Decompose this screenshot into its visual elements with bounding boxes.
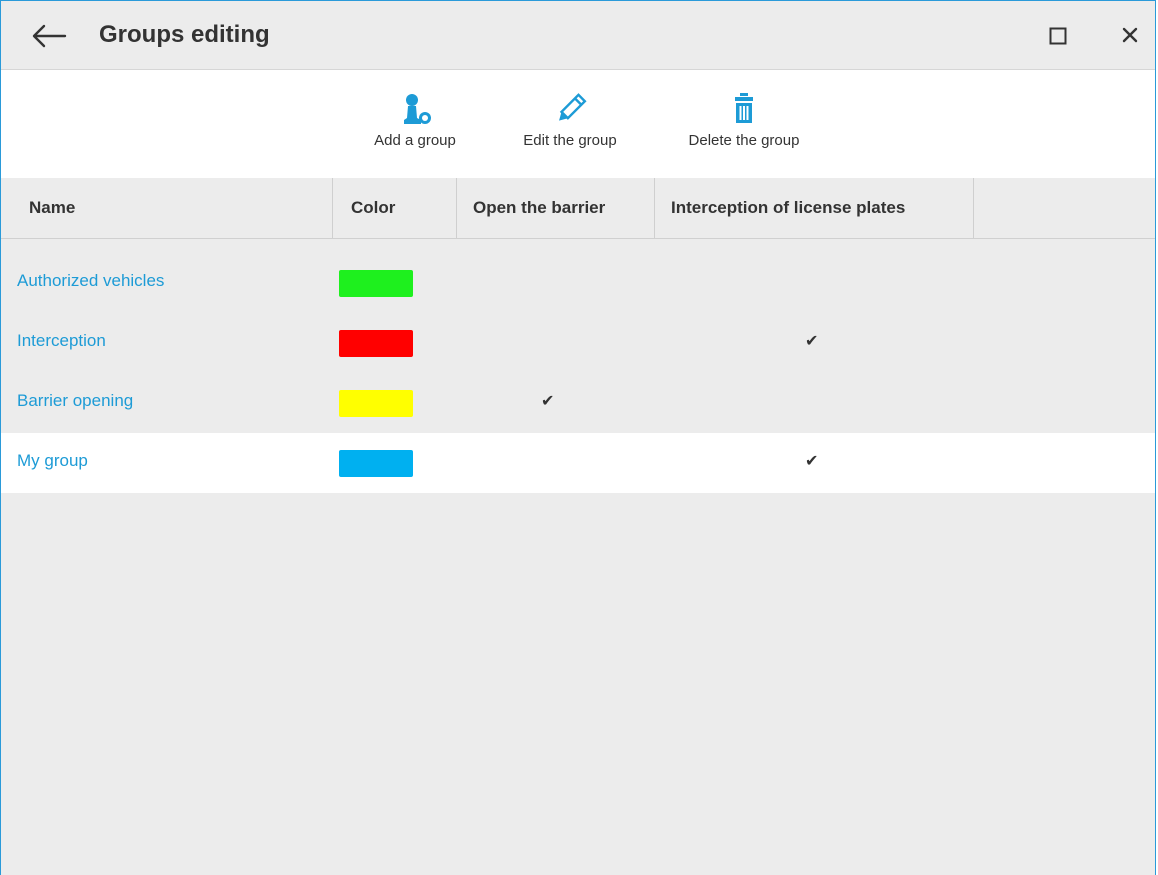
table-header: Name Color Open the barrier Interception… xyxy=(1,178,1155,239)
interception-check: ✔ xyxy=(805,453,819,470)
add-user-icon xyxy=(404,94,431,124)
edit-group-button[interactable]: Edit the group xyxy=(511,92,629,149)
pencil-icon xyxy=(559,93,587,121)
group-color-swatch xyxy=(339,330,413,357)
maximize-button[interactable] xyxy=(1049,27,1067,45)
group-name: Barrier opening xyxy=(17,391,134,410)
back-button[interactable] xyxy=(31,23,67,49)
column-header-open-barrier[interactable]: Open the barrier xyxy=(457,178,655,238)
arrow-left-icon xyxy=(32,24,67,48)
groups-list: Authorized vehicles Interception ✔ Barri… xyxy=(1,253,1155,493)
column-header-name[interactable]: Name xyxy=(1,178,333,238)
trash-icon xyxy=(735,93,753,123)
close-icon xyxy=(1122,27,1138,43)
delete-group-button[interactable]: Delete the group xyxy=(673,92,815,149)
interception-check: ✔ xyxy=(805,333,819,350)
close-button[interactable] xyxy=(1119,24,1141,46)
group-name: Interception xyxy=(17,331,106,350)
group-color-swatch xyxy=(339,390,413,417)
group-color-swatch xyxy=(339,450,413,477)
open-barrier-check: ✔ xyxy=(541,393,555,410)
title-bar: Groups editing xyxy=(1,1,1155,70)
toolbar: Add a group Edit the group Delete the gr… xyxy=(1,70,1155,178)
table-row-selected[interactable]: My group ✔ xyxy=(1,433,1155,493)
group-name: My group xyxy=(17,451,88,470)
group-color-swatch xyxy=(339,270,413,297)
delete-group-label: Delete the group xyxy=(688,132,800,149)
column-header-interception[interactable]: Interception of license plates xyxy=(655,178,974,238)
table-row[interactable]: Barrier opening ✔ xyxy=(1,373,1155,433)
column-header-color[interactable]: Color xyxy=(333,178,457,238)
table-row[interactable]: Interception ✔ xyxy=(1,313,1155,373)
add-group-button[interactable]: Add a group xyxy=(363,92,467,149)
group-name: Authorized vehicles xyxy=(17,271,165,290)
page-title: Groups editing xyxy=(99,21,270,48)
add-group-label: Add a group xyxy=(374,132,456,149)
groups-editing-window: Groups editing Add a group Edit the grou… xyxy=(0,0,1156,875)
table-row[interactable]: Authorized vehicles xyxy=(1,253,1155,313)
edit-group-label: Edit the group xyxy=(523,132,617,149)
maximize-icon xyxy=(1049,27,1067,45)
